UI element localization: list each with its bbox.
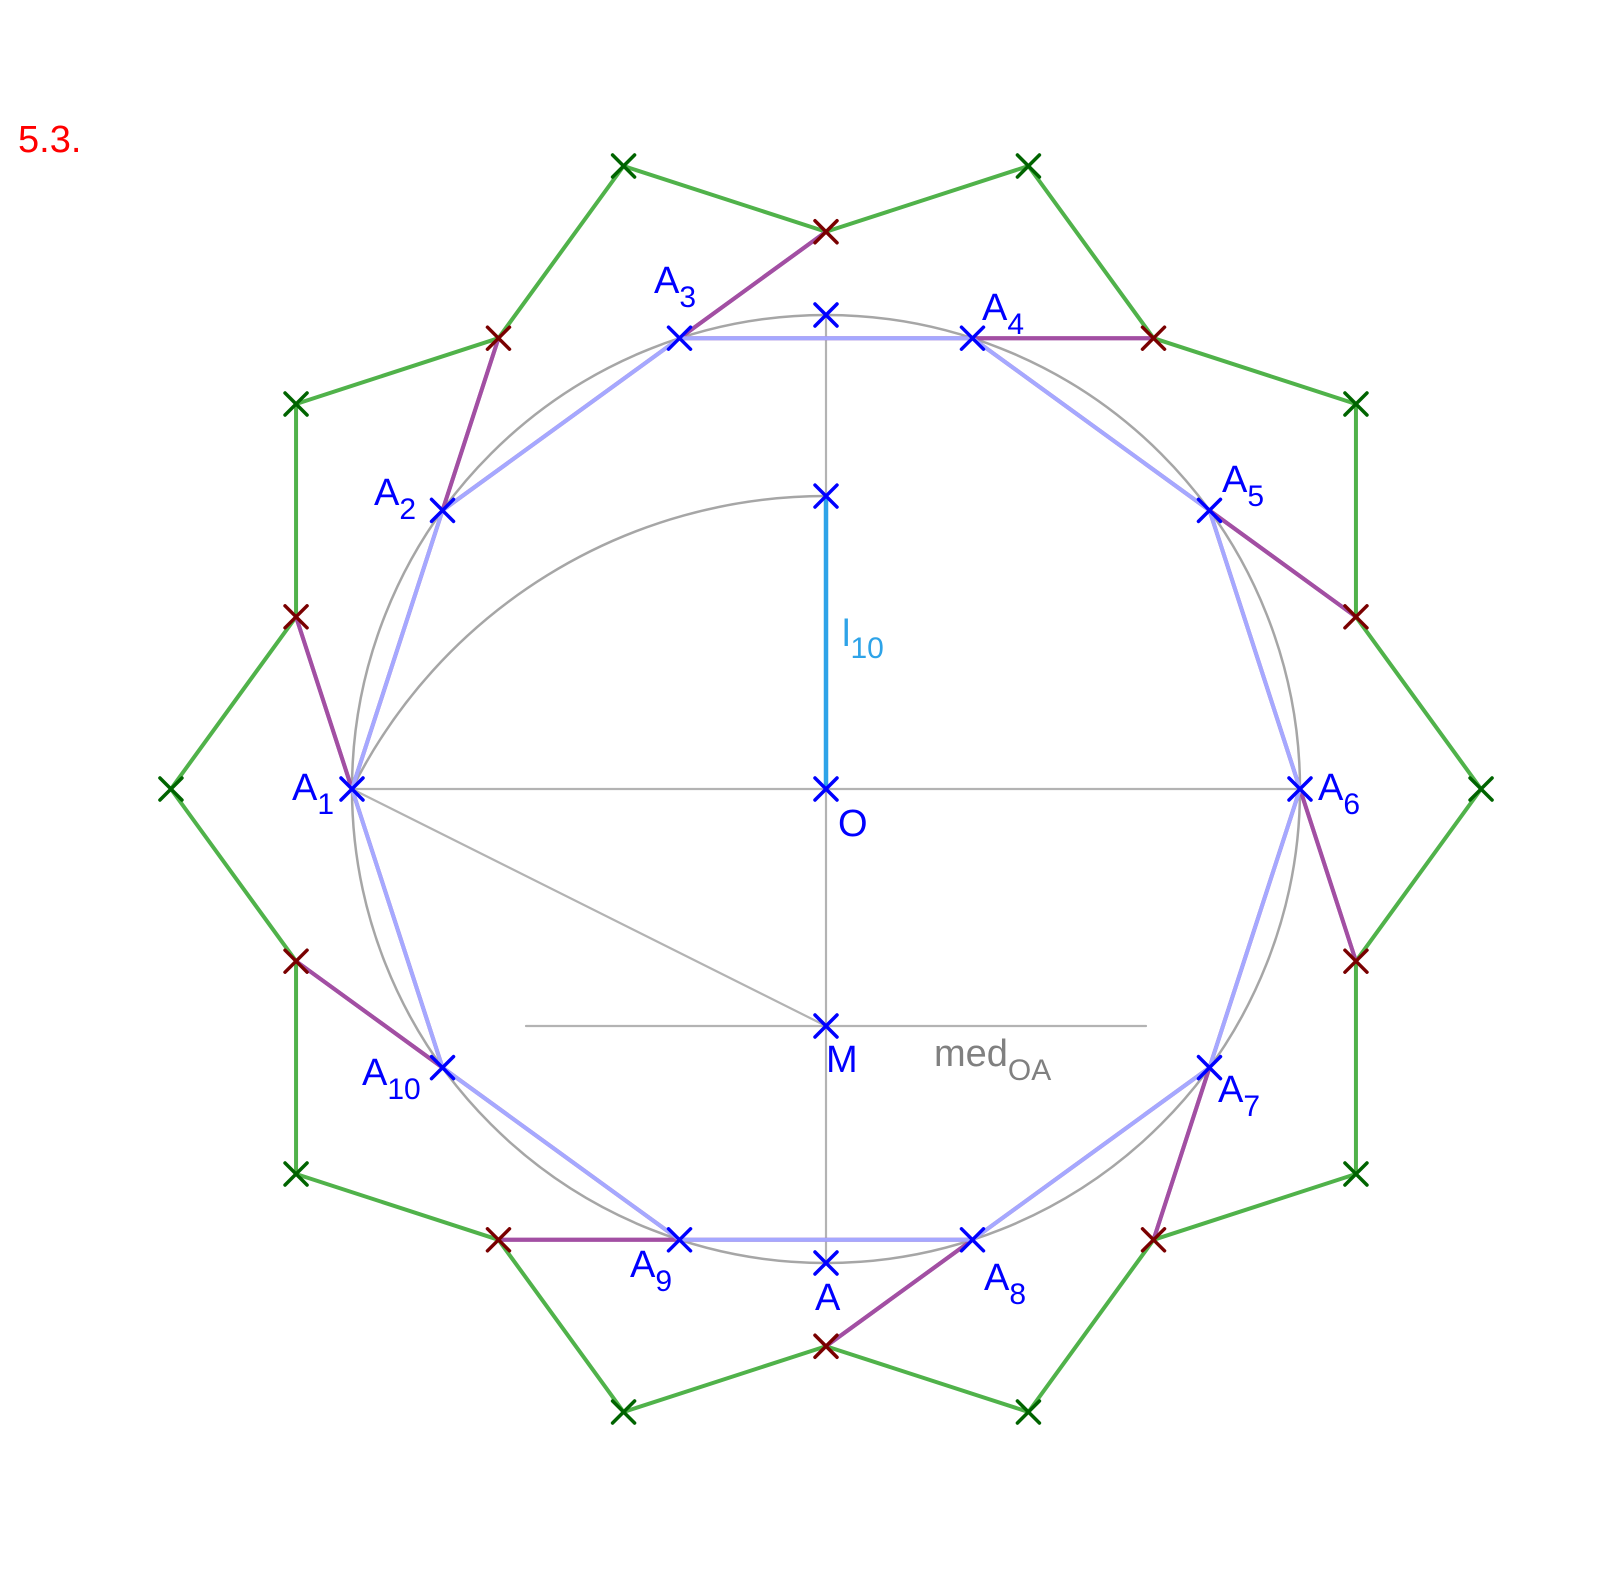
label-A1: A1	[292, 767, 334, 821]
decagon-side-10	[350, 787, 445, 1070]
outer-edge-6b	[1151, 1172, 1358, 1242]
inner-edge-3a	[677, 229, 828, 341]
label-A9: A9	[630, 1244, 672, 1298]
outer-edge-8b	[496, 1237, 626, 1414]
inner-star-vertex-2	[485, 325, 512, 351]
label-A6: A6	[1318, 767, 1360, 821]
label-A: A	[815, 1277, 841, 1319]
inner-star-vertex-3	[813, 219, 839, 245]
outer-edge-7b	[824, 1344, 1031, 1414]
outer-edge-3b	[1026, 164, 1156, 341]
inner-edge-2a	[440, 336, 501, 513]
inner-star-vertex-7	[1140, 1227, 1167, 1253]
decagon-side-4	[970, 336, 1212, 513]
decagon-side-5	[1207, 508, 1302, 791]
label-M: M	[826, 1039, 858, 1081]
label-A4: A4	[982, 287, 1024, 341]
point-A5	[1196, 497, 1223, 524]
outer-edge-9a	[294, 1172, 501, 1242]
label-l10: l10	[842, 613, 884, 665]
inner-edge-7a	[1151, 1065, 1212, 1242]
outer-edge-10b	[168, 614, 299, 791]
point-A2	[429, 497, 456, 524]
outer-edge-1b	[294, 336, 501, 406]
decagon-side-1	[350, 508, 445, 791]
outer-edge-2a	[496, 164, 626, 341]
inner-star-vertex-8	[813, 1333, 839, 1359]
decagon-side-2	[440, 336, 682, 513]
geometry-figure: 5.3. A1 A2 A3 A4 A5 A6 A7 A8 A9 A10 O M …	[18, 119, 1494, 1425]
inner-edge-8a	[824, 1237, 975, 1349]
label-O: O	[838, 803, 868, 845]
label-med-oa: medOA	[934, 1033, 1051, 1087]
outer-star-vertex-10	[158, 776, 184, 802]
inner-edge-5a	[1207, 508, 1358, 619]
outer-edge-5a	[1353, 614, 1484, 791]
decagon-side-9	[440, 1065, 682, 1242]
outer-edge-4a	[1151, 336, 1358, 406]
outer-star-vertex-7	[1015, 1399, 1042, 1425]
label-A7: A7	[1218, 1069, 1260, 1123]
outer-edge-10a	[168, 787, 299, 964]
outer-star-vertex-3	[1015, 153, 1042, 179]
outer-edge-8a	[621, 1344, 828, 1414]
outer-edge-2b	[621, 164, 828, 234]
label-A8: A8	[984, 1257, 1026, 1311]
outer-edge-7a	[1026, 1237, 1156, 1414]
segment-A1-M	[350, 787, 828, 1028]
point-A10	[429, 1054, 456, 1081]
decagon-side-7	[970, 1065, 1212, 1242]
figure-title: 5.3.	[18, 119, 81, 161]
outer-edge-3a	[824, 164, 1031, 234]
outer-star-vertex-8	[610, 1399, 637, 1425]
decagon-side-6	[1207, 787, 1302, 1070]
label-A3: A3	[654, 260, 696, 314]
outer-star-vertex-2	[610, 153, 637, 179]
label-A10: A10	[362, 1052, 421, 1106]
outer-edge-5b	[1353, 787, 1484, 964]
label-A2: A2	[374, 472, 416, 526]
label-A5: A5	[1222, 459, 1264, 513]
labels: 5.3. A1 A2 A3 A4 A5 A6 A7 A8 A9 A10 O M …	[18, 119, 1360, 1319]
outer-star-vertex-5	[1468, 776, 1494, 802]
